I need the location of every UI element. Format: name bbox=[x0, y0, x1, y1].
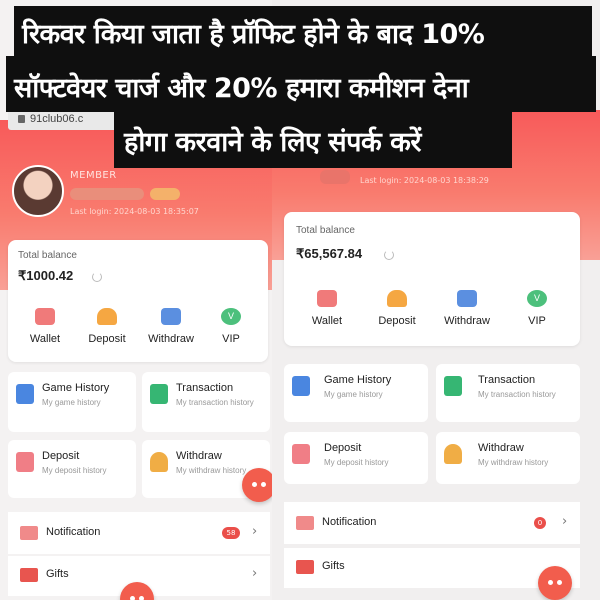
notification-count: 58 bbox=[222, 527, 240, 539]
tile-subtitle: My game history bbox=[42, 398, 101, 407]
deposit-label: Deposit bbox=[88, 333, 126, 345]
tile-title: Deposit bbox=[42, 450, 80, 462]
gifts-row[interactable]: Gifts bbox=[284, 548, 580, 588]
customer-service-icon[interactable] bbox=[242, 468, 276, 502]
tile-title: Withdraw bbox=[478, 442, 524, 454]
last-login: Last login: 2024-08-03 18:38:29 bbox=[360, 176, 489, 185]
deposit-label: Deposit bbox=[378, 315, 416, 327]
deposit-button[interactable]: Deposit bbox=[366, 290, 428, 327]
vip-button[interactable]: V VIP bbox=[200, 308, 262, 345]
wallet-button[interactable]: Wallet bbox=[14, 308, 76, 345]
notification-count: 0 bbox=[534, 517, 546, 529]
mail-icon bbox=[296, 516, 314, 530]
tile-title: Game History bbox=[324, 374, 392, 386]
withdraw-label: Withdraw bbox=[444, 315, 490, 327]
last-login: Last login: 2024-08-03 18:35:07 bbox=[70, 207, 199, 216]
vip-icon: V bbox=[221, 308, 241, 325]
wallet-icon bbox=[35, 308, 55, 325]
row-label: Gifts bbox=[322, 560, 345, 572]
caption-line-1: रिकवर किया जाता है प्रॉफिट होने के बाद 1… bbox=[14, 6, 592, 56]
wallet-label: Wallet bbox=[29, 333, 61, 345]
withdraw-icon bbox=[161, 308, 181, 325]
tile-subtitle: My deposit history bbox=[42, 466, 107, 475]
balance-label: Total balance bbox=[296, 225, 355, 236]
balance-value: ₹65,567.84 bbox=[296, 246, 363, 261]
refresh-icon[interactable] bbox=[92, 272, 102, 282]
vip-label: VIP bbox=[528, 315, 546, 327]
game-history-icon bbox=[292, 376, 310, 396]
notification-row[interactable]: Notification 0 › bbox=[284, 502, 580, 544]
user-id-badge bbox=[70, 188, 144, 200]
deposit-button[interactable]: Deposit bbox=[76, 308, 138, 345]
tile-subtitle: My transaction history bbox=[478, 390, 556, 399]
tile-subtitle: My deposit history bbox=[324, 458, 389, 467]
caption-line-2: सॉफ्टवेयर चार्ज और 20% हमारा कमीशन देना bbox=[6, 56, 596, 112]
game-history-icon bbox=[16, 384, 34, 404]
balance-value: ₹1000.42 bbox=[18, 268, 74, 283]
tile-deposit-history[interactable]: Deposit My deposit history bbox=[8, 440, 136, 498]
vip-button[interactable]: V VIP bbox=[506, 290, 568, 327]
withdraw-button[interactable]: Withdraw bbox=[140, 308, 202, 345]
refresh-icon[interactable] bbox=[384, 250, 394, 260]
withdraw-label: Withdraw bbox=[148, 333, 194, 345]
tile-title: Transaction bbox=[176, 382, 234, 394]
deposit-icon bbox=[97, 308, 117, 325]
mail-icon bbox=[20, 526, 38, 540]
caption-line-3: होगा करवाने के लिए संपर्क करें bbox=[114, 112, 512, 168]
withdraw-button[interactable]: Withdraw bbox=[436, 290, 498, 327]
tile-subtitle: My transaction history bbox=[176, 398, 254, 407]
wallet-button[interactable]: Wallet bbox=[296, 290, 358, 327]
vip-icon: V bbox=[527, 290, 547, 307]
tile-transaction[interactable]: Transaction My transaction history bbox=[142, 372, 270, 432]
deposit-history-icon bbox=[292, 444, 310, 464]
avatar[interactable] bbox=[12, 165, 64, 217]
member-name: MEMBER bbox=[70, 170, 117, 181]
tile-subtitle: My withdraw history bbox=[176, 466, 247, 475]
deposit-history-icon bbox=[16, 452, 34, 472]
tile-subtitle: My game history bbox=[324, 390, 383, 399]
tile-game-history[interactable]: Game History My game history bbox=[284, 364, 428, 422]
caption-overlay: रिकवर किया जाता है प्रॉफिट होने के बाद 1… bbox=[0, 0, 600, 168]
wallet-label: Wallet bbox=[311, 315, 343, 327]
vip-badge bbox=[150, 188, 180, 200]
chevron-right-icon: › bbox=[562, 514, 568, 529]
tile-transaction[interactable]: Transaction My transaction history bbox=[436, 364, 580, 422]
notification-row[interactable]: Notification 58 › bbox=[8, 512, 270, 554]
chevron-right-icon: › bbox=[252, 524, 258, 539]
tile-title: Game History bbox=[42, 382, 110, 394]
wallet-icon bbox=[317, 290, 337, 307]
tile-game-history[interactable]: Game History My game history bbox=[8, 372, 136, 432]
tile-withdraw-history[interactable]: Withdraw My withdraw history bbox=[436, 432, 580, 484]
row-label: Notification bbox=[46, 526, 101, 538]
withdraw-history-icon bbox=[150, 452, 168, 472]
customer-service-icon[interactable] bbox=[538, 566, 572, 600]
transaction-icon bbox=[444, 376, 462, 396]
tile-title: Withdraw bbox=[176, 450, 222, 462]
deposit-icon bbox=[387, 290, 407, 307]
transaction-icon bbox=[150, 384, 168, 404]
balance-label: Total balance bbox=[18, 250, 77, 261]
tile-title: Deposit bbox=[324, 442, 362, 454]
row-label: Notification bbox=[322, 516, 377, 528]
withdraw-history-icon bbox=[444, 444, 462, 464]
tile-deposit-history[interactable]: Deposit My deposit history bbox=[284, 432, 428, 484]
gift-icon bbox=[20, 568, 38, 582]
withdraw-icon bbox=[457, 290, 477, 307]
tile-subtitle: My withdraw history bbox=[478, 458, 549, 467]
chevron-right-icon: › bbox=[252, 566, 258, 581]
gift-icon bbox=[296, 560, 314, 574]
user-id-badge bbox=[320, 170, 350, 184]
tile-title: Transaction bbox=[478, 374, 536, 386]
vip-label: VIP bbox=[222, 333, 240, 345]
row-label: Gifts bbox=[46, 568, 69, 580]
